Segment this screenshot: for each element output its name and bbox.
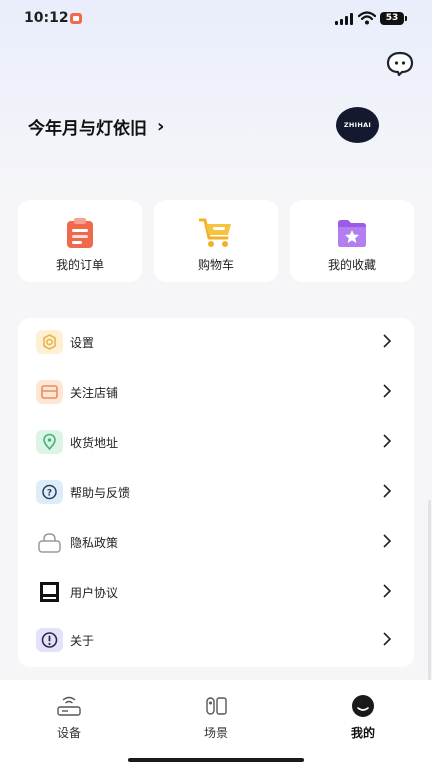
battery-indicator: 53 (380, 12, 407, 25)
menu-label-user-agreement: 用户协议 (70, 586, 119, 600)
chevron-right-icon (383, 434, 392, 448)
chevron-right-icon (383, 534, 392, 548)
shopping-cart-button[interactable]: 购物车 (154, 200, 278, 282)
tab-mine[interactable]: 我的 (313, 680, 413, 750)
chevron-right-icon (383, 334, 392, 348)
my-orders-button[interactable]: 我的订单 (18, 200, 142, 282)
profile-link[interactable]: 今年月与灯依旧 › (28, 114, 164, 139)
scrollbar[interactable] (428, 500, 431, 680)
profile-face-icon (352, 695, 374, 717)
chevron-right-icon (383, 632, 392, 646)
menu-item-user-agreement[interactable]: 用户协议 (18, 568, 414, 616)
tab-scenes[interactable]: 场景 (166, 680, 266, 750)
menu-item-help-feedback[interactable]: ? 帮助与反馈 (18, 468, 414, 516)
menu-item-followed-stores[interactable]: 关注店铺 (18, 368, 414, 416)
wifi-icon (358, 11, 376, 25)
menu-label-about: 关于 (70, 634, 95, 648)
clipboard-icon (67, 218, 93, 248)
menu-label-shipping-address: 收货地址 (70, 436, 119, 450)
username: 今年月与灯依旧 (28, 119, 147, 139)
shopping-cart-label: 购物车 (197, 258, 234, 272)
menu-item-about[interactable]: 关于 (18, 616, 414, 664)
gear-icon (36, 330, 63, 354)
star-folder-icon (338, 220, 366, 247)
menu-item-shipping-address[interactable]: 收货地址 (18, 418, 414, 466)
menu-item-settings[interactable]: 设置 (18, 318, 414, 366)
message-icon[interactable] (386, 51, 414, 77)
tab-label-mine: 我的 (350, 726, 375, 740)
router-icon (57, 696, 81, 716)
my-orders-label: 我的订单 (55, 258, 104, 272)
screen-record-icon (70, 13, 82, 24)
menu-label-followed-stores: 关注店铺 (70, 386, 119, 400)
location-pin-icon (36, 430, 63, 454)
question-icon: ? (36, 480, 63, 504)
my-favorites-button[interactable]: 我的收藏 (290, 200, 414, 282)
menu-item-privacy-policy[interactable]: 隐私政策 (18, 518, 414, 566)
avatar[interactable]: ZHIHAI (336, 107, 379, 143)
tab-label-devices: 设备 (56, 726, 81, 740)
status-time: 10:12 (24, 10, 69, 26)
menu-label-settings: 设置 (70, 336, 95, 350)
chevron-right-icon (383, 584, 392, 598)
status-bar: 10:12 53 (0, 0, 432, 36)
chevron-right-icon (383, 384, 392, 398)
menu-list: 设置 关注店铺 收货地址 ? 帮助与反馈 隐私政策 用户协议 关于 (18, 318, 414, 667)
info-icon (36, 628, 63, 652)
scene-icon (206, 697, 227, 715)
tab-label-scenes: 场景 (203, 726, 228, 740)
chevron-right-icon (383, 484, 392, 498)
avatar-logo-text: ZHIHAI (343, 121, 372, 129)
shopping-cart-icon (199, 218, 231, 247)
my-favorites-label: 我的收藏 (327, 258, 376, 272)
menu-label-help-feedback: 帮助与反馈 (70, 486, 131, 500)
menu-label-privacy-policy: 隐私政策 (70, 536, 119, 550)
home-indicator (128, 758, 304, 762)
signal-icon (335, 13, 353, 25)
store-icon (36, 380, 63, 404)
tab-bar: 设备 场景 我的 (0, 680, 432, 768)
book-icon (40, 582, 59, 602)
lock-icon (38, 533, 61, 553)
svg-text:?: ? (47, 489, 52, 499)
tab-devices[interactable]: 设备 (19, 680, 119, 750)
chevron-right-icon: › (157, 116, 165, 137)
